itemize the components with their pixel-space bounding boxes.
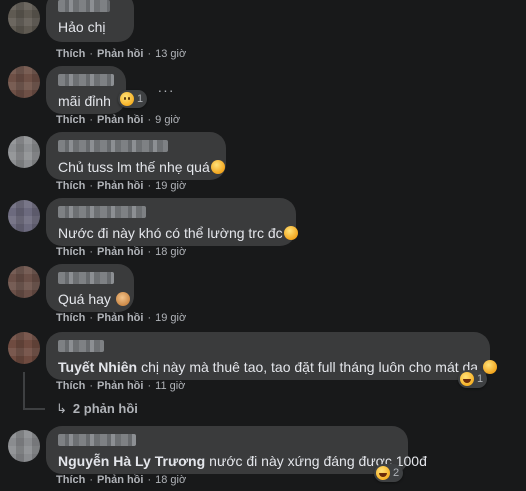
avatar[interactable]: [8, 2, 40, 34]
reply-arrow-icon: ↳: [56, 401, 67, 416]
like-button[interactable]: Thích: [56, 180, 85, 192]
comment-text: mãi đỉnh: [58, 93, 111, 109]
comment-text: Nước đi này khó có thể lường trc đc: [58, 225, 298, 242]
comment-bubble: Tuyết Nhiên chị này mà thuê tao, tao đặt …: [46, 332, 497, 380]
comment-text: Hảo chị: [58, 19, 106, 35]
comment-actions: Thích · Phản hồi · 19 giờ: [56, 312, 187, 324]
reaction-badge[interactable]: 1: [458, 370, 488, 388]
blurred-author-name[interactable]: [58, 206, 146, 218]
avatar[interactable]: [8, 66, 40, 98]
timestamp[interactable]: 18 giờ: [155, 246, 186, 258]
reply-button[interactable]: Phản hồi: [97, 474, 143, 486]
timestamp[interactable]: 11 giờ: [155, 380, 185, 392]
comment-author[interactable]: Nguyễn Hà Ly Trương: [58, 453, 205, 469]
timestamp[interactable]: 13 giờ: [155, 48, 186, 60]
timestamp[interactable]: 18 giờ: [155, 474, 186, 486]
comment-text: Nguyễn Hà Ly Trương nước đi này xứng đáng…: [58, 453, 427, 469]
comment-actions: Thích · Phản hồi · 11 giờ: [56, 380, 186, 392]
reaction-count: 1: [137, 93, 144, 105]
view-replies-link[interactable]: ↳ 2 phản hồi: [56, 401, 138, 417]
comment-bubble: Hảo chị: [46, 0, 134, 42]
comment-actions: Thích · Phản hồi · 13 giờ: [56, 48, 187, 60]
like-button[interactable]: Thích: [56, 246, 85, 258]
avatar[interactable]: [8, 200, 40, 232]
reply-thread-connector: [23, 408, 45, 410]
comment-bubble: Nguyễn Hà Ly Trương nước đi này xứng đáng…: [46, 426, 427, 474]
reply-button[interactable]: Phản hồi: [97, 312, 143, 324]
like-button[interactable]: Thích: [56, 312, 85, 324]
comment-actions: Thích · Phản hồi · 9 giờ: [56, 114, 181, 126]
timestamp[interactable]: 19 giờ: [155, 312, 186, 324]
like-button[interactable]: Thích: [56, 380, 85, 392]
avatar[interactable]: [8, 430, 40, 462]
comment-author[interactable]: Tuyết Nhiên: [58, 359, 137, 375]
comment-text: Quá hay: [58, 291, 130, 308]
blurred-author-name[interactable]: [58, 272, 114, 284]
comment-bubble: Nước đi này khó có thể lường trc đc: [46, 198, 298, 246]
blurred-author-name[interactable]: [58, 0, 110, 12]
avatar[interactable]: [8, 332, 40, 364]
avatar[interactable]: [8, 266, 40, 298]
reaction-count: 1: [477, 373, 484, 385]
timestamp[interactable]: 9 giờ: [155, 114, 180, 126]
comment-text: Chủ tuss lm thế nhẹ quá: [58, 159, 225, 176]
reply-button[interactable]: Phản hồi: [97, 48, 143, 60]
reply-button[interactable]: Phản hồi: [97, 380, 143, 392]
reaction-badge[interactable]: 1: [118, 90, 148, 108]
rolling-laughing-emoji-icon: [283, 226, 298, 240]
blurred-author-name[interactable]: [58, 340, 104, 352]
comment-text: Tuyết Nhiên chị này mà thuê tao, tao đặt …: [58, 359, 497, 376]
like-button[interactable]: Thích: [56, 48, 85, 60]
like-button[interactable]: Thích: [56, 474, 85, 486]
blurred-author-name[interactable]: [58, 74, 114, 86]
hamster-emoji-icon: [115, 292, 130, 306]
comment-bubble: Quá hay: [46, 264, 134, 312]
like-button[interactable]: Thích: [56, 114, 85, 126]
laughing-emoji-icon: [210, 160, 225, 174]
reply-button[interactable]: Phản hồi: [97, 114, 143, 126]
laughing-emoji-icon: [376, 466, 390, 480]
blurred-author-name[interactable]: [58, 434, 136, 446]
reply-button[interactable]: Phản hồi: [97, 180, 143, 192]
comment-bubble: Chủ tuss lm thế nhẹ quá: [46, 132, 226, 180]
blurred-author-name[interactable]: [58, 140, 168, 152]
more-options-icon[interactable]: ···: [156, 80, 176, 100]
reply-thread-line: [23, 372, 25, 410]
sad-emoji-icon: [120, 92, 134, 106]
comment-bubble: mãi đỉnh: [46, 66, 126, 114]
comment-actions: Thích · Phản hồi · 18 giờ: [56, 474, 187, 486]
comment-actions: Thích · Phản hồi · 18 giờ: [56, 246, 187, 258]
comment-actions: Thích · Phản hồi · 19 giờ: [56, 180, 187, 192]
reply-button[interactable]: Phản hồi: [97, 246, 143, 258]
timestamp[interactable]: 19 giờ: [155, 180, 186, 192]
laughing-emoji-icon: [460, 372, 474, 386]
avatar[interactable]: [8, 136, 40, 168]
reaction-badge[interactable]: 2: [374, 464, 404, 482]
reaction-count: 2: [393, 467, 400, 479]
sweat-smile-emoji-icon: [482, 360, 497, 374]
